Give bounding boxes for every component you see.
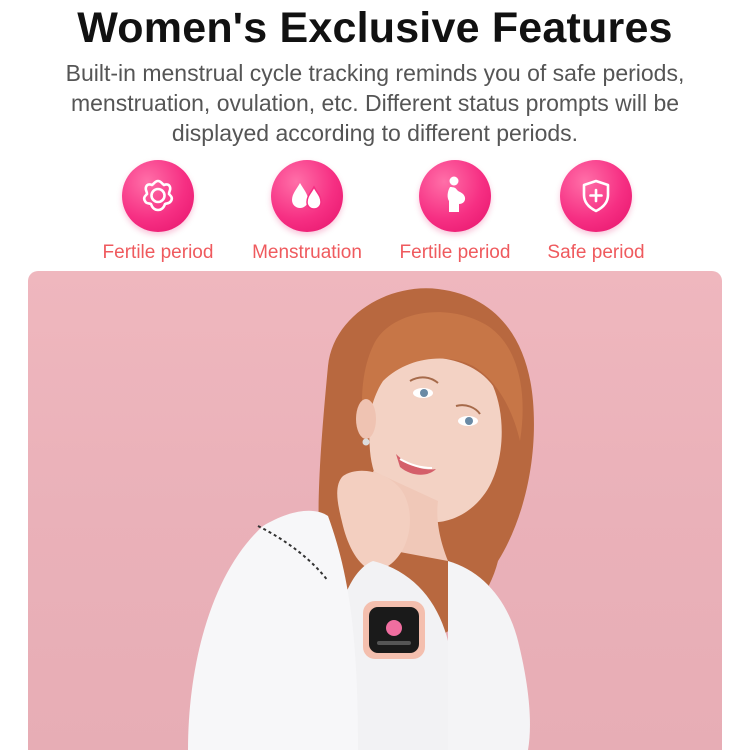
shield-plus-icon	[560, 160, 632, 232]
feature-label: Menstruation	[252, 242, 362, 263]
feature-menstruation: Menstruation	[232, 160, 382, 264]
product-lifestyle-photo	[28, 271, 722, 750]
woman-with-smartwatch-illustration	[188, 288, 534, 750]
feature-fertile-period: Fertile period	[83, 160, 233, 264]
pregnant-woman-icon	[419, 160, 491, 232]
feature-label: Safe period	[547, 242, 645, 263]
flower-icon	[122, 160, 194, 232]
feature-icons-row: Fertile period Menstruation Fertile peri…	[0, 160, 750, 270]
feature-label: Fertile period	[102, 242, 214, 263]
page-title: Women's Exclusive Features	[77, 4, 673, 52]
feature-safe-period: Safe period	[521, 160, 671, 264]
feature-description: Built-in menstrual cycle tracking remind…	[65, 60, 685, 146]
feature-label: Fertile period	[399, 242, 511, 263]
droplets-icon	[271, 160, 343, 232]
feature-fertile-period-2: Fertile period	[380, 160, 530, 264]
